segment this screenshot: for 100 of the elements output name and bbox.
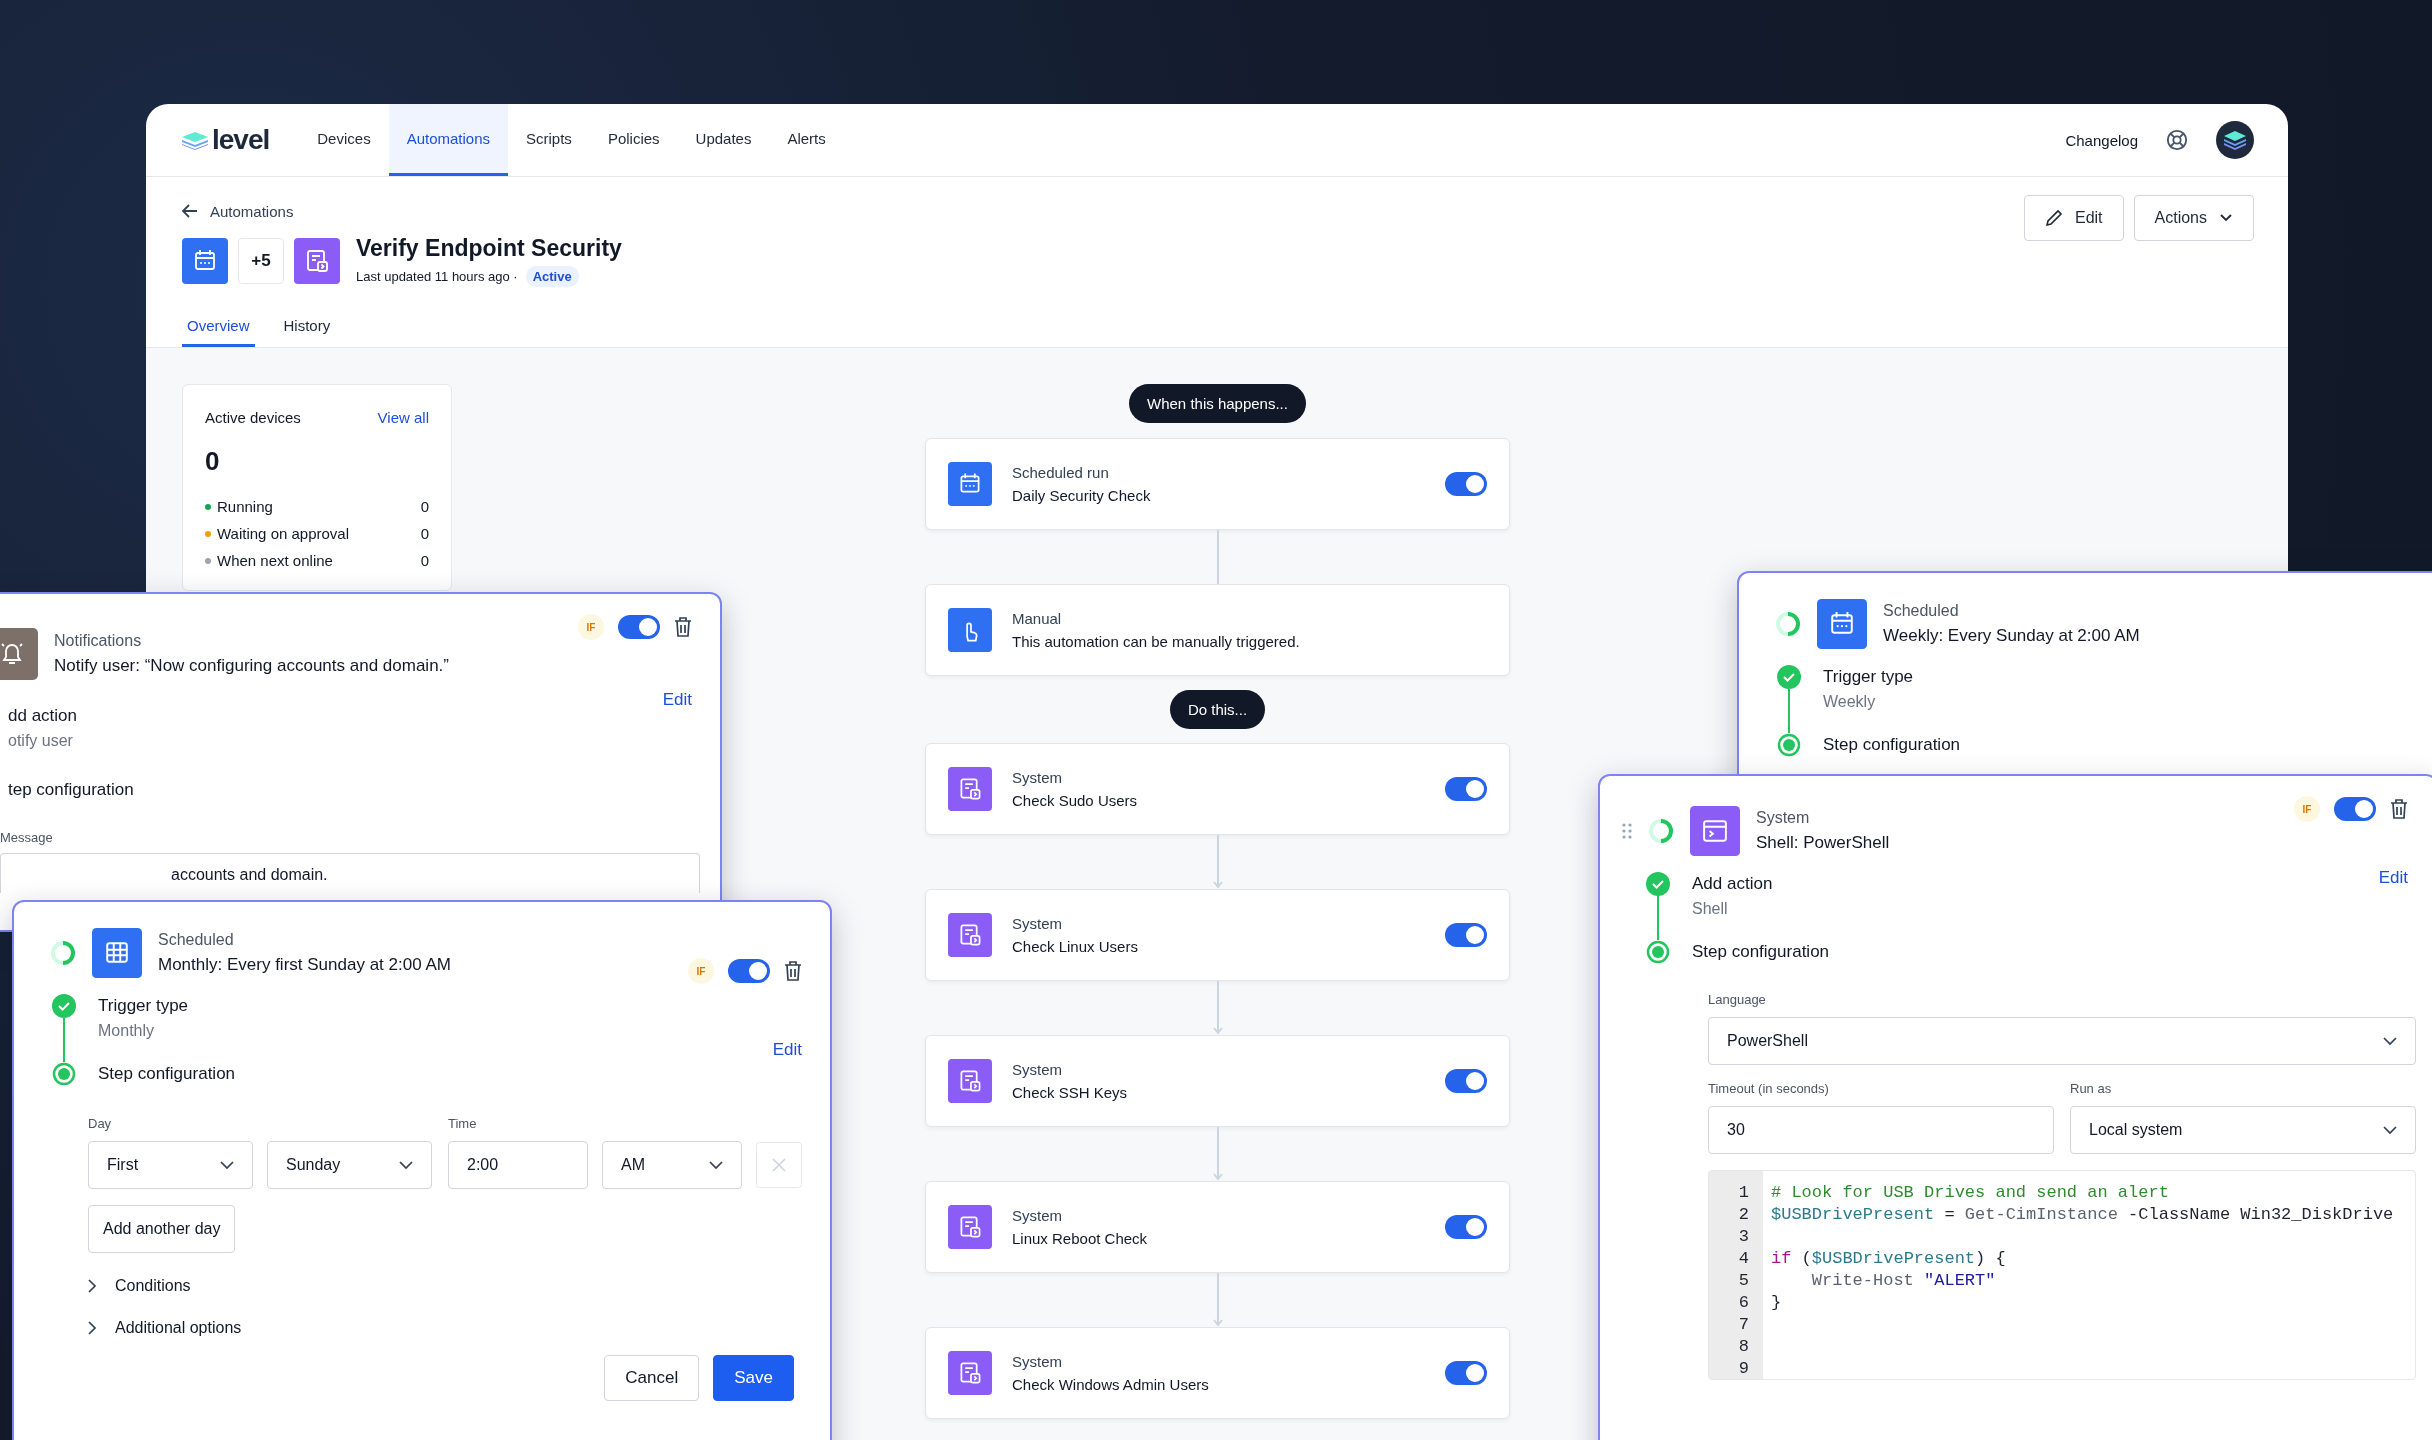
progress-ring-icon <box>1775 611 1801 637</box>
action-card[interactable]: System Check Sudo Users <box>925 743 1510 835</box>
extra-count-badge: +5 <box>238 238 284 284</box>
page-tab[interactable]: History <box>278 317 336 347</box>
timeout-field[interactable]: 30 <box>1708 1106 2054 1154</box>
action-type: System <box>1012 1061 1063 1078</box>
action-name: Linux Reboot Check <box>1012 1230 1149 1247</box>
trash-icon[interactable] <box>674 617 692 637</box>
step-value: otify user <box>8 732 74 750</box>
time-field[interactable]: 2:00 <box>448 1141 588 1189</box>
action-type: System <box>1012 1207 1063 1224</box>
script-icon <box>948 1059 992 1103</box>
language-select[interactable]: PowerShell <box>1708 1017 2416 1065</box>
logo-text[interactable]: level <box>212 124 270 156</box>
edit-button[interactable]: Edit <box>2023 195 2124 241</box>
code-line: # Look for USB Drives and send an alert <box>1771 1182 2169 1202</box>
section-toggle[interactable]: Conditions <box>115 1277 191 1295</box>
progress-ring-icon <box>1648 818 1674 844</box>
trigger-heading: When this happens... <box>1129 384 1306 423</box>
action-card[interactable]: System Check SSH Keys <box>925 1035 1510 1127</box>
line-number: 3 <box>1737 1226 1749 1246</box>
toggle-switch[interactable] <box>1445 923 1487 947</box>
trash-icon[interactable] <box>2390 799 2408 819</box>
calendar-icon <box>948 462 992 506</box>
view-all-link[interactable]: View all <box>377 409 429 426</box>
action-name: Check Sudo Users <box>1012 792 1139 809</box>
lifebuoy-icon[interactable] <box>2166 129 2188 151</box>
hand-icon <box>948 608 992 652</box>
toggle-switch[interactable] <box>728 959 770 983</box>
calendar-icon <box>1817 599 1867 649</box>
changelog-link[interactable]: Changelog <box>2065 131 2138 149</box>
weekday-select[interactable]: Sunday <box>267 1141 432 1189</box>
drag-handle-icon[interactable] <box>1622 823 1632 839</box>
card-title: Active devices <box>205 409 301 426</box>
chevron-right-icon[interactable] <box>88 1279 97 1293</box>
connector-arrow <box>1211 1127 1224 1181</box>
section-toggle[interactable]: Additional options <box>115 1319 242 1337</box>
action-card[interactable]: System Check Linux Users <box>925 889 1510 981</box>
toggle-switch[interactable] <box>1445 1215 1487 1239</box>
script-icon <box>294 238 340 284</box>
step-title: Shell: PowerShell <box>1756 833 1890 853</box>
breadcrumb-link[interactable]: Automations <box>210 202 294 220</box>
code-line: $USBDrivePresent = Get-CimInstance -ClassName Win32_DiskDrive <box>1771 1204 2394 1224</box>
device-count: 0 <box>205 446 221 477</box>
save-button[interactable]: Save <box>713 1355 794 1401</box>
period-select[interactable]: AM <box>602 1141 742 1189</box>
trigger-name: This automation can be manually triggered. <box>1012 633 1301 650</box>
action-type: System <box>1012 915 1063 932</box>
script-icon <box>948 1205 992 1249</box>
nav-tab[interactable]: Updates <box>677 104 770 176</box>
add-another-day-button[interactable]: Add another day <box>88 1205 236 1253</box>
run-as-select[interactable]: Local system <box>2070 1106 2416 1154</box>
line-number: 2 <box>1737 1204 1749 1224</box>
chevron-down-icon <box>709 1160 723 1170</box>
step-category: System <box>1756 809 1811 827</box>
trigger-type: Manual <box>1012 610 1063 627</box>
step-category: Notifications <box>54 632 143 650</box>
action-name: Check Windows Admin Users <box>1012 1376 1210 1393</box>
toggle-switch[interactable] <box>2334 797 2376 821</box>
back-arrow-icon[interactable] <box>182 204 198 218</box>
step-heading: Step configuration <box>98 1064 236 1084</box>
toggle-switch[interactable] <box>1445 1069 1487 1093</box>
chevron-down-icon <box>399 1160 413 1170</box>
toggle-switch[interactable] <box>1445 777 1487 801</box>
nav-tab[interactable]: Alerts <box>769 104 844 176</box>
trigger-card[interactable]: Scheduled run Daily Security Check <box>925 438 1510 530</box>
calendar-icon <box>182 238 228 284</box>
actions-dropdown[interactable]: Actions <box>2133 195 2254 241</box>
nav-tab[interactable]: Automations <box>388 104 509 176</box>
action-card[interactable]: System Check Windows Admin Users <box>925 1327 1510 1419</box>
field-label: Run as <box>2070 1081 2113 1096</box>
toggle-switch[interactable] <box>1445 472 1487 496</box>
line-number: 4 <box>1737 1248 1749 1268</box>
step-connector-line <box>1657 896 1659 940</box>
chevron-right-icon[interactable] <box>88 1321 97 1335</box>
script-icon <box>948 767 992 811</box>
toggle-switch[interactable] <box>618 615 660 639</box>
edit-link[interactable]: Edit <box>772 1040 802 1060</box>
action-type: System <box>1012 769 1063 786</box>
edit-link[interactable]: Edit <box>2378 868 2408 888</box>
edit-link[interactable]: Edit <box>662 690 692 710</box>
nav-tab[interactable]: Policies <box>589 104 678 176</box>
code-line: } <box>1771 1292 1782 1312</box>
step-title: Notify user: “Now configuring accounts and domain.” <box>54 656 449 676</box>
line-number: 5 <box>1737 1270 1749 1290</box>
avatar[interactable] <box>2216 121 2254 159</box>
action-card[interactable]: System Linux Reboot Check <box>925 1181 1510 1273</box>
action-name: Check SSH Keys <box>1012 1084 1129 1101</box>
trigger-card[interactable]: Manual This automation can be manually triggered. <box>925 584 1510 676</box>
code-editor[interactable]: 1 # Look for USB Drives and send an alert 2 $USBDrivePresent = Get-CimInstance -ClassName Win32_DiskDrive 3 4 if ($USBDrivePresent) { 5 Write-Host "ALERT" 6 } 7 8 9 <box>1708 1170 2416 1380</box>
nav-tab[interactable]: Devices <box>299 104 389 176</box>
message-field[interactable]: accounts and domain. <box>0 853 700 893</box>
cancel-button[interactable]: Cancel <box>604 1355 700 1401</box>
trigger-name: Daily Security Check <box>1012 487 1152 504</box>
toggle-switch[interactable] <box>1445 1361 1487 1385</box>
trash-icon[interactable] <box>784 961 802 981</box>
nav-tab[interactable]: Scripts <box>508 104 590 176</box>
chevron-down-icon <box>2383 1036 2397 1046</box>
step-heading: Trigger type <box>1823 667 1914 687</box>
week-select[interactable]: First <box>88 1141 253 1189</box>
